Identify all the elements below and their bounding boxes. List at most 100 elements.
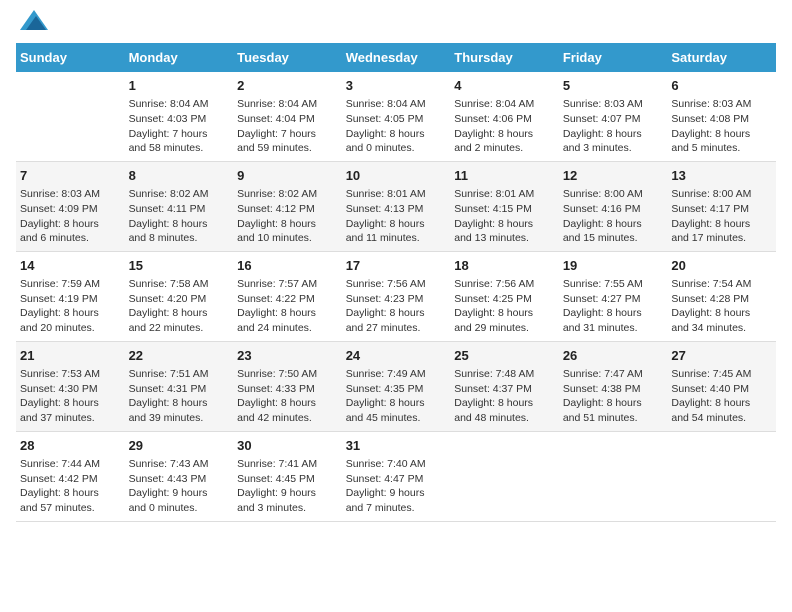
day-number: 3 bbox=[346, 77, 447, 95]
day-number: 17 bbox=[346, 257, 447, 275]
calendar-cell: 27Sunrise: 7:45 AMSunset: 4:40 PMDayligh… bbox=[667, 341, 776, 431]
calendar-cell: 29Sunrise: 7:43 AMSunset: 4:43 PMDayligh… bbox=[125, 431, 234, 521]
day-info-line: Daylight: 8 hours bbox=[346, 396, 447, 411]
day-info-line: Daylight: 8 hours bbox=[129, 217, 230, 232]
day-number: 18 bbox=[454, 257, 555, 275]
day-info-line: Sunrise: 7:56 AM bbox=[346, 277, 447, 292]
day-info-line: Sunrise: 8:03 AM bbox=[20, 187, 121, 202]
calendar-cell: 17Sunrise: 7:56 AMSunset: 4:23 PMDayligh… bbox=[342, 251, 451, 341]
day-info-line: Sunrise: 7:43 AM bbox=[129, 457, 230, 472]
day-info-line: Daylight: 8 hours bbox=[671, 306, 772, 321]
calendar-week-2: 7 Sunrise: 8:03 AMSunset: 4:09 PM Daylight… bbox=[16, 161, 776, 251]
day-info-line: and 0 minutes. bbox=[346, 141, 447, 156]
day-info-line: and 17 minutes. bbox=[671, 231, 772, 246]
day-info-line: Daylight: 8 hours bbox=[129, 396, 230, 411]
day-info-line: Daylight: 8 hours bbox=[563, 217, 664, 232]
day-info-line: Sunset: 4:25 PM bbox=[454, 292, 555, 307]
day-info-line: Daylight: 8 hours bbox=[454, 127, 555, 142]
day-info-line: Daylight: 8 hours bbox=[671, 127, 772, 142]
day-info-line: and 39 minutes. bbox=[129, 411, 230, 426]
calendar-cell: 6Sunrise: 8:03 AMSunset: 4:08 PMDaylight… bbox=[667, 72, 776, 161]
calendar-cell: 31Sunrise: 7:40 AMSunset: 4:47 PMDayligh… bbox=[342, 431, 451, 521]
calendar-cell: 3 Sunrise: 8:04 AMSunset: 4:05 PMDaylight… bbox=[342, 72, 451, 161]
day-info-line: and 3 minutes. bbox=[237, 501, 338, 516]
day-info-line: Sunrise: 7:49 AM bbox=[346, 367, 447, 382]
day-info-line: Sunrise: 7:51 AM bbox=[129, 367, 230, 382]
day-info-line: and 13 minutes. bbox=[454, 231, 555, 246]
day-number: 30 bbox=[237, 437, 338, 455]
day-info-line: Sunrise: 7:44 AM bbox=[20, 457, 121, 472]
day-info-line: and 57 minutes. bbox=[20, 501, 121, 516]
day-info-line: Sunrise: 7:55 AM bbox=[563, 277, 664, 292]
day-info-line: and 8 minutes. bbox=[129, 231, 230, 246]
day-info-line: Sunset: 4:43 PM bbox=[129, 472, 230, 487]
header-friday: Friday bbox=[559, 43, 668, 72]
day-info-line: Daylight: 8 hours bbox=[346, 306, 447, 321]
day-info-line: Sunset: 4:09 PM bbox=[20, 202, 121, 217]
day-info-line: Sunset: 4:30 PM bbox=[20, 382, 121, 397]
day-info-line: Sunrise: 7:41 AM bbox=[237, 457, 338, 472]
day-number: 7 bbox=[20, 167, 121, 185]
day-info-line: Daylight: 9 hours bbox=[129, 486, 230, 501]
calendar-cell: 2Sunrise: 8:04 AMSunset: 4:04 PMDaylight… bbox=[233, 72, 342, 161]
day-number: 10 bbox=[346, 167, 447, 185]
calendar-cell: 14Sunrise: 7:59 AMSunset: 4:19 PMDayligh… bbox=[16, 251, 125, 341]
day-info-line: Sunrise: 8:04 AM bbox=[129, 97, 230, 112]
day-info-line: Daylight: 8 hours bbox=[671, 396, 772, 411]
calendar-cell: 4Sunrise: 8:04 AMSunset: 4:06 PMDaylight… bbox=[450, 72, 559, 161]
day-info-line: Daylight: 8 hours bbox=[20, 306, 121, 321]
day-info-line: Sunrise: 8:04 AM bbox=[346, 97, 447, 112]
day-info-line: Daylight: 8 hours bbox=[563, 306, 664, 321]
day-info-line: Sunset: 4:12 PM bbox=[237, 202, 338, 217]
header-saturday: Saturday bbox=[667, 43, 776, 72]
day-number: 2 bbox=[237, 77, 338, 95]
day-info-line: Sunset: 4:05 PM bbox=[346, 112, 447, 127]
day-info-line: Sunrise: 8:01 AM bbox=[346, 187, 447, 202]
day-info-line: Sunset: 4:07 PM bbox=[563, 112, 664, 127]
day-info-line: and 37 minutes. bbox=[20, 411, 121, 426]
day-info-line: Sunset: 4:33 PM bbox=[237, 382, 338, 397]
day-info-line: Daylight: 8 hours bbox=[454, 396, 555, 411]
calendar-cell bbox=[667, 431, 776, 521]
day-info-line: and 22 minutes. bbox=[129, 321, 230, 336]
day-info-line: Sunset: 4:22 PM bbox=[237, 292, 338, 307]
day-info-line: and 7 minutes. bbox=[346, 501, 447, 516]
calendar-cell: 22Sunrise: 7:51 AMSunset: 4:31 PMDayligh… bbox=[125, 341, 234, 431]
day-number: 19 bbox=[563, 257, 664, 275]
day-info-line: and 58 minutes. bbox=[129, 141, 230, 156]
calendar-cell: 10Sunrise: 8:01 AMSunset: 4:13 PMDayligh… bbox=[342, 161, 451, 251]
calendar-table: SundayMondayTuesdayWednesdayThursdayFrid… bbox=[16, 43, 776, 522]
day-number: 27 bbox=[671, 347, 772, 365]
day-info-line: Sunrise: 8:00 AM bbox=[671, 187, 772, 202]
day-info-line: Sunset: 4:31 PM bbox=[129, 382, 230, 397]
calendar-week-5: 28Sunrise: 7:44 AMSunset: 4:42 PMDayligh… bbox=[16, 431, 776, 521]
day-info-line: and 42 minutes. bbox=[237, 411, 338, 426]
day-info-line: Sunset: 4:40 PM bbox=[671, 382, 772, 397]
header-wednesday: Wednesday bbox=[342, 43, 451, 72]
day-info-line: Sunrise: 7:59 AM bbox=[20, 277, 121, 292]
day-info-line: and 15 minutes. bbox=[563, 231, 664, 246]
day-number: 11 bbox=[454, 167, 555, 185]
day-info-line: Sunrise: 7:56 AM bbox=[454, 277, 555, 292]
day-info-line: Sunrise: 7:53 AM bbox=[20, 367, 121, 382]
calendar-cell: 8Sunrise: 8:02 AMSunset: 4:11 PMDaylight… bbox=[125, 161, 234, 251]
calendar-cell: 7Sunrise: 8:03 AMSunset: 4:09 PMDaylight… bbox=[16, 161, 125, 251]
day-number: 1 bbox=[129, 77, 230, 95]
day-info-line: Sunset: 4:37 PM bbox=[454, 382, 555, 397]
calendar-cell: 20Sunrise: 7:54 AMSunset: 4:28 PMDayligh… bbox=[667, 251, 776, 341]
calendar-cell: 28Sunrise: 7:44 AMSunset: 4:42 PMDayligh… bbox=[16, 431, 125, 521]
day-info-line: Sunrise: 8:04 AM bbox=[237, 97, 338, 112]
day-info-line: Daylight: 8 hours bbox=[237, 217, 338, 232]
day-info-line: Sunset: 4:17 PM bbox=[671, 202, 772, 217]
day-info-line: and 45 minutes. bbox=[346, 411, 447, 426]
day-info-line: Daylight: 8 hours bbox=[237, 396, 338, 411]
day-info-line: Sunrise: 7:57 AM bbox=[237, 277, 338, 292]
page-header bbox=[16, 16, 776, 35]
day-info-line: Sunset: 4:19 PM bbox=[20, 292, 121, 307]
calendar-cell: 19Sunrise: 7:55 AMSunset: 4:27 PMDayligh… bbox=[559, 251, 668, 341]
day-info-line: Daylight: 7 hours bbox=[129, 127, 230, 142]
calendar-week-4: 21Sunrise: 7:53 AMSunset: 4:30 PMDayligh… bbox=[16, 341, 776, 431]
day-number: 26 bbox=[563, 347, 664, 365]
day-info-line: and 24 minutes. bbox=[237, 321, 338, 336]
day-info-line: Daylight: 8 hours bbox=[346, 127, 447, 142]
